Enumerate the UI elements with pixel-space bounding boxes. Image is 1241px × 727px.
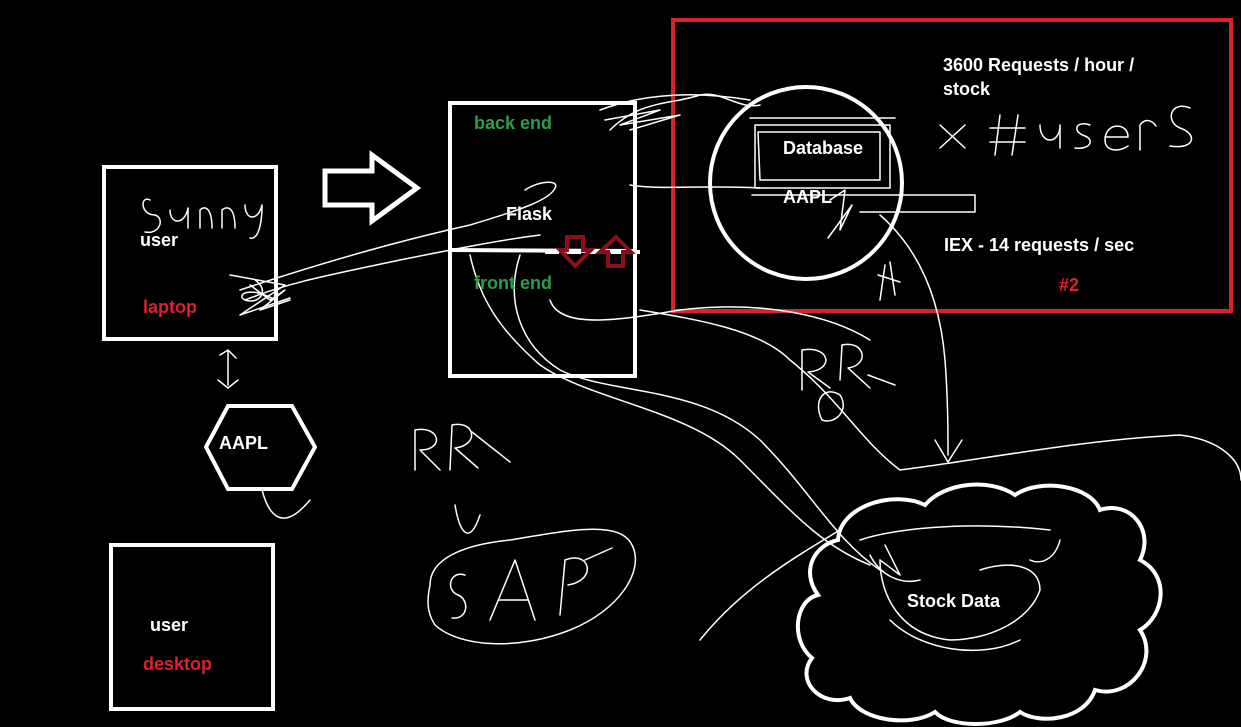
flow-arrow (322, 150, 422, 226)
desktop-user-label: user (150, 615, 189, 635)
requests-per-hour-label-line2: stock (943, 79, 991, 99)
requests-per-hour-label: 3600 Requests / hour / (943, 55, 1135, 75)
desktop-device-label: desktop (143, 654, 213, 674)
front-end-label: front end (474, 273, 552, 293)
tag-label: #2 (1059, 275, 1080, 295)
database-ticker-label: AAPL (783, 187, 832, 207)
laptop-device-label: laptop (143, 297, 197, 317)
laptop-user-label: user (140, 230, 179, 250)
hexagon-ticker-label: AAPL (219, 433, 268, 453)
iex-rate-label: IEX - 14 requests / sec (944, 235, 1135, 255)
server-box (448, 101, 637, 378)
stock-data-label: Stock Data (907, 591, 1001, 611)
freehand-scribbles (142, 93, 1241, 652)
database-circle (708, 85, 904, 281)
desktop-box (109, 543, 275, 711)
flask-label: Flask (506, 204, 553, 224)
database-title-label: Database (783, 138, 864, 158)
back-end-label: back end (474, 113, 553, 133)
